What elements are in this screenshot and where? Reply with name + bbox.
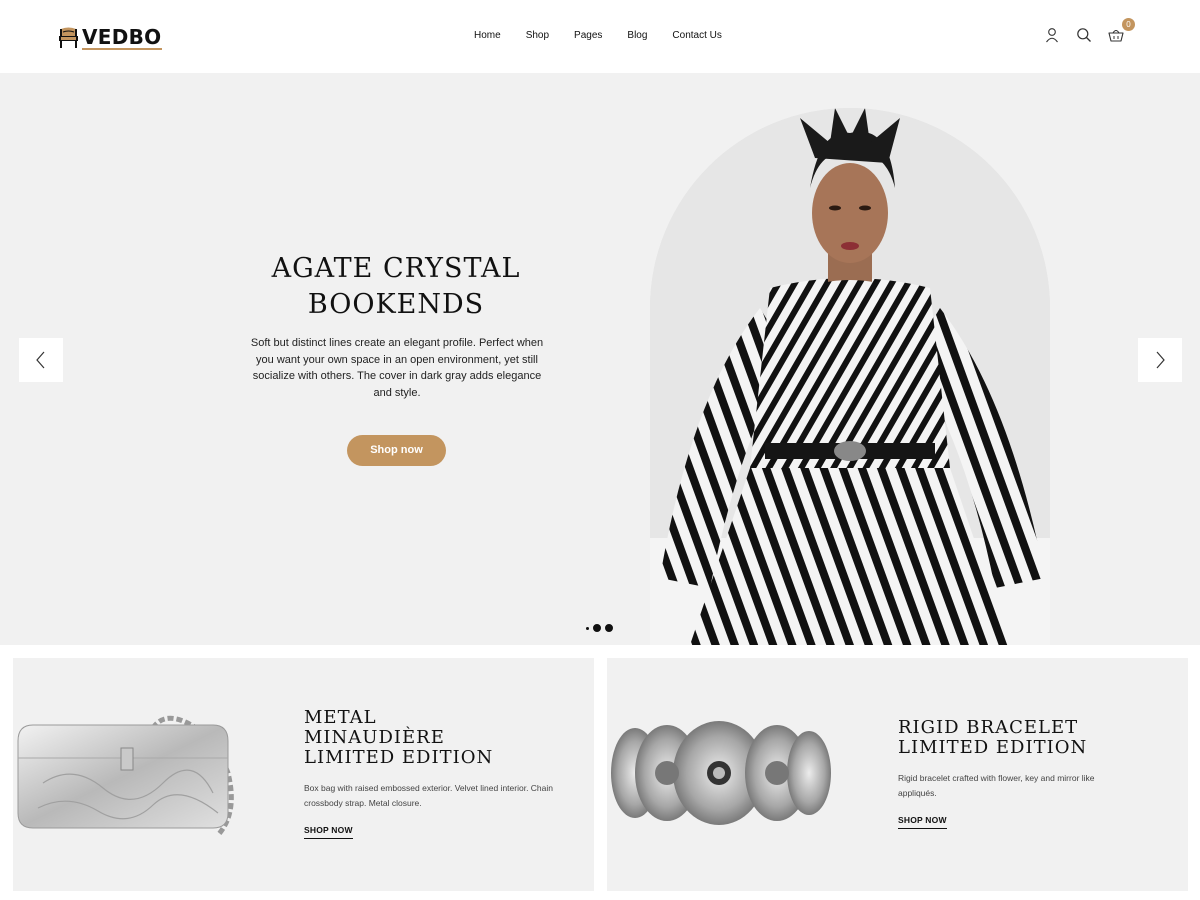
promo-title-line2: MINAUDIÈRE	[304, 727, 445, 748]
hero-slider: AGATE CRYSTAL BOOKENDS Soft but distinct…	[0, 73, 1200, 645]
promo-card-bracelet: RIGID BRACELET LIMITED EDITION Rigid bra…	[607, 658, 1188, 891]
promo-description: Box bag with raised embossed exterior. V…	[304, 783, 553, 808]
hero-description: Soft but distinct lines create an elegan…	[250, 337, 544, 399]
nav-shop[interactable]: Shop	[526, 30, 549, 41]
nav-home[interactable]: Home	[474, 30, 501, 41]
promo-title-line2: LIMITED EDITION	[898, 737, 1088, 758]
hero-title-line1: AGATE CRYSTAL	[271, 253, 521, 284]
chevron-left-icon	[36, 351, 45, 369]
nav-pages[interactable]: Pages	[574, 30, 602, 41]
hero-title-line2: BOOKENDS	[307, 289, 485, 320]
promo-title-line1: METAL	[304, 707, 377, 728]
header-actions: 0	[1044, 18, 1135, 43]
slide-dot-2[interactable]	[593, 624, 601, 632]
nav-blog[interactable]: Blog	[627, 30, 647, 41]
cart-count-badge: 0	[1122, 18, 1135, 31]
promo-shop-now-link[interactable]: SHOP NOW	[898, 815, 947, 829]
promo-card-minaudiere: METAL MINAUDIÈRE LIMITED EDITION Box bag…	[13, 658, 594, 891]
slider-pagination	[586, 624, 617, 632]
silver-clutch-image	[17, 715, 234, 837]
slide-dot-3[interactable]	[605, 624, 613, 632]
promo-title-line3: LIMITED EDITION	[304, 747, 494, 768]
hero-title: AGATE CRYSTAL BOOKENDS	[246, 251, 546, 323]
main-nav: Home Shop Pages Blog Contact Us	[474, 30, 747, 41]
cart-button[interactable]: 0	[1108, 18, 1135, 43]
user-icon[interactable]	[1044, 27, 1060, 43]
slide-dot-1[interactable]	[586, 626, 589, 630]
promo-title-line1: RIGID BRACELET	[898, 717, 1079, 738]
logo-text: VEDBO	[82, 24, 162, 50]
site-header: VEDBO Home Shop Pages Blog Contact Us 0	[0, 0, 1200, 73]
next-slide-button[interactable]	[1138, 338, 1182, 382]
promo-title: RIGID BRACELET LIMITED EDITION	[898, 718, 1087, 758]
hero-image	[650, 108, 1050, 645]
nav-contact-us[interactable]: Contact Us	[672, 30, 721, 41]
chair-logo-icon	[59, 27, 78, 48]
promo-title: METAL MINAUDIÈRE LIMITED EDITION	[304, 708, 493, 768]
logo[interactable]: VEDBO	[58, 24, 162, 52]
prev-slide-button[interactable]	[19, 338, 63, 382]
promo-shop-now-link[interactable]: SHOP NOW	[304, 825, 353, 839]
silver-bracelet-image	[611, 721, 831, 825]
cart-icon	[1108, 29, 1124, 42]
promo-description: Rigid bracelet crafted with flower, key …	[898, 773, 1095, 798]
chevron-right-icon	[1156, 351, 1165, 369]
shop-now-button[interactable]: Shop now	[347, 435, 446, 466]
search-icon[interactable]	[1076, 27, 1092, 43]
model-photo	[650, 108, 1050, 645]
